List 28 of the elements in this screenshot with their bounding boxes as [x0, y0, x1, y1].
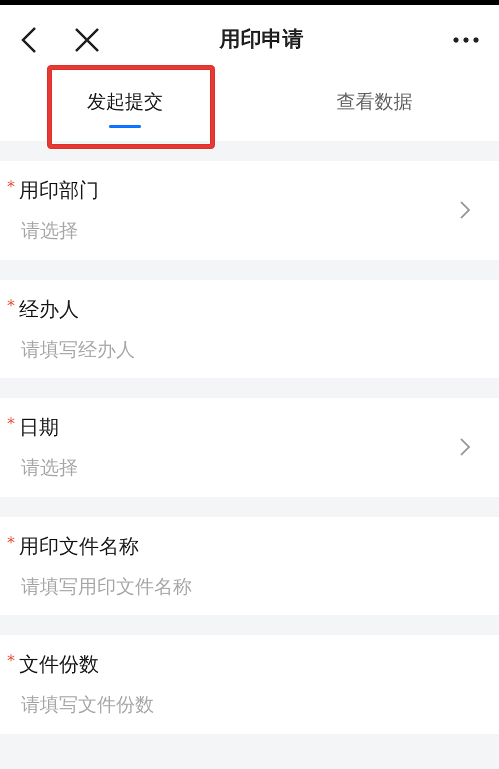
input-field[interactable]: 请填写用印文件名称 [21, 572, 492, 601]
required-mark: * [7, 650, 16, 672]
input-field[interactable]: 请填写经办人 [21, 336, 492, 364]
field-label: 用印部门 [19, 177, 99, 204]
input-field[interactable]: 请选择 [21, 454, 460, 482]
tab[interactable]: 发起提交 [0, 75, 250, 141]
input-field[interactable]: 请选择 [21, 217, 460, 246]
text-field[interactable]: * 文件份数 请填写文件份数 [0, 635, 499, 734]
page-title: 用印申请 [218, 26, 304, 54]
input-field[interactable]: 请填写文件份数 [21, 691, 492, 720]
required-mark: * [7, 176, 16, 198]
field-label: 用印文件名称 [19, 532, 139, 560]
select-field[interactable]: * 用印部门 请选择 [0, 161, 499, 260]
text-field[interactable]: * 经办人 请填写经办人 [0, 280, 499, 378]
text-field[interactable]: * 用印文件名称 请填写用印文件名称 [0, 516, 499, 615]
field-label: 日期 [19, 414, 59, 441]
required-mark: * [7, 532, 16, 554]
more-icon[interactable] [453, 37, 479, 43]
required-mark: * [7, 294, 16, 316]
back-icon[interactable] [20, 26, 38, 54]
chevron-icon [460, 438, 470, 456]
field-label: 经办人 [19, 296, 79, 322]
tab[interactable]: 查看数据 [250, 75, 499, 141]
field-label: 文件份数 [19, 651, 99, 678]
chevron-icon [460, 201, 470, 220]
select-field[interactable]: * 日期 请选择 [0, 398, 499, 496]
close-icon[interactable] [74, 27, 100, 53]
required-mark: * [7, 413, 16, 435]
